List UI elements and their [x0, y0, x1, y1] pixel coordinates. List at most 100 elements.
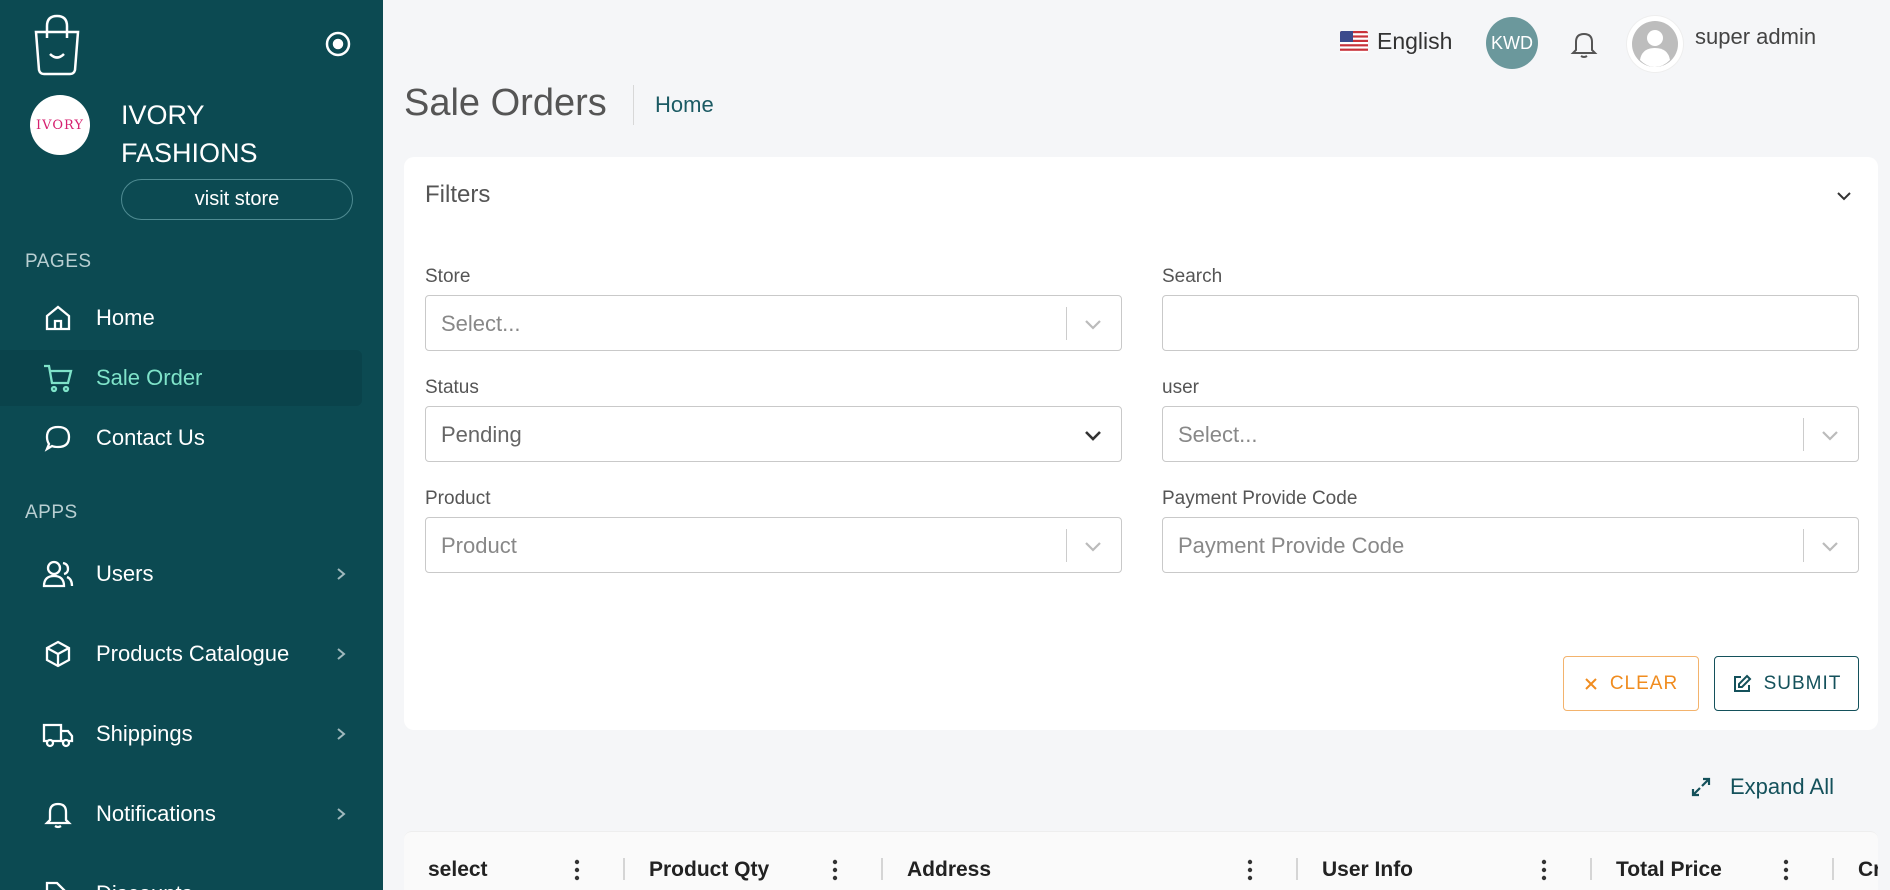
- column-menu-icon[interactable]: [832, 859, 838, 881]
- submit-button[interactable]: SUBMIT: [1714, 656, 1859, 711]
- clear-button[interactable]: CLEAR: [1563, 656, 1699, 711]
- sidebar-item-label: Contact Us: [96, 425, 205, 450]
- sidebar-toggle-icon[interactable]: [324, 30, 352, 58]
- column-header-product-qty[interactable]: Product Qty: [649, 858, 769, 882]
- box-icon: [42, 638, 74, 670]
- home-icon: [42, 302, 74, 334]
- sidebar-item-products-catalogue[interactable]: Products Catalogue: [0, 626, 362, 682]
- page-title: Sale Orders: [404, 82, 607, 124]
- status-select[interactable]: Pending: [425, 406, 1122, 462]
- column-menu-icon[interactable]: [1541, 859, 1547, 881]
- chevron-right-icon: [334, 727, 348, 741]
- payment-code-select[interactable]: Payment Provide Code: [1162, 517, 1859, 573]
- truck-icon: [42, 718, 74, 750]
- clear-label: CLEAR: [1609, 672, 1679, 694]
- tag-icon: [42, 878, 74, 890]
- edit-icon: [1733, 674, 1752, 692]
- select-separator: [1066, 307, 1067, 340]
- sidebar-item-label: Shippings: [96, 721, 193, 746]
- language-selector[interactable]: English: [1340, 28, 1452, 55]
- select-separator: [1066, 529, 1067, 562]
- notification-bell-icon[interactable]: [1568, 28, 1600, 60]
- bell-icon: [42, 798, 74, 830]
- avatar[interactable]: [1627, 16, 1683, 72]
- section-label-apps: APPS: [25, 502, 78, 523]
- user-label: user: [1162, 377, 1199, 398]
- chevron-right-icon: [334, 567, 348, 581]
- chevron-down-icon: [1083, 426, 1103, 444]
- sidebar-item-users[interactable]: Users: [0, 546, 362, 602]
- sidebar-item-label: Users: [96, 561, 154, 586]
- select-separator: [1803, 418, 1804, 451]
- sidebar-item-label: Sale Order: [96, 365, 203, 390]
- users-icon: [42, 558, 74, 590]
- column-header-select[interactable]: select: [428, 858, 488, 882]
- column-separator[interactable]: [1832, 858, 1834, 880]
- expand-all-label: Expand All: [1730, 774, 1834, 799]
- collapse-chevron-icon[interactable]: [1836, 188, 1852, 204]
- column-header-total-price[interactable]: Total Price: [1616, 858, 1722, 882]
- sidebar-item-sale-order[interactable]: Sale Order: [0, 350, 362, 406]
- section-label-pages: PAGES: [25, 251, 92, 272]
- column-separator[interactable]: [1590, 858, 1592, 880]
- column-separator[interactable]: [881, 858, 883, 880]
- orders-table-header: select Product Qty Address User Info Tot…: [404, 831, 1878, 890]
- close-icon: [1585, 677, 1597, 690]
- user-name[interactable]: super admin: [1695, 24, 1816, 50]
- chevron-down-icon: [1083, 537, 1103, 555]
- language-label: English: [1377, 28, 1453, 54]
- column-header-address[interactable]: Address: [907, 858, 991, 882]
- chevron-down-icon: [1083, 315, 1103, 333]
- us-flag-icon: [1340, 30, 1368, 53]
- column-menu-icon[interactable]: [1783, 859, 1789, 881]
- column-header-user-info[interactable]: User Info: [1322, 858, 1413, 882]
- sidebar-item-contact-us[interactable]: Contact Us: [0, 410, 362, 466]
- store-name: IVORY FASHIONS: [121, 100, 258, 168]
- column-menu-icon[interactable]: [574, 859, 580, 881]
- column-separator[interactable]: [1296, 858, 1298, 880]
- product-placeholder: Product: [441, 533, 517, 558]
- sidebar-item-home[interactable]: Home: [0, 290, 362, 346]
- sidebar-item-label: Home: [96, 305, 155, 330]
- sidebar-item-label: Products Catalogue: [96, 641, 290, 666]
- product-select[interactable]: Product: [425, 517, 1122, 573]
- chevron-down-icon: [1820, 426, 1840, 444]
- filters-card: Filters Store Select... Search Status Pe…: [404, 157, 1878, 730]
- store-label: Store: [425, 266, 471, 287]
- expand-icon: [1691, 777, 1711, 797]
- currency-badge[interactable]: KWD: [1486, 17, 1538, 69]
- search-label: Search: [1162, 266, 1223, 287]
- status-label: Status: [425, 377, 479, 398]
- breadcrumb[interactable]: Home: [655, 92, 714, 118]
- store-logo: IVORY: [30, 95, 90, 155]
- user-placeholder: Select...: [1178, 422, 1258, 447]
- submit-label: SUBMIT: [1763, 672, 1842, 694]
- search-input[interactable]: [1162, 295, 1859, 351]
- user-select[interactable]: Select...: [1162, 406, 1859, 462]
- sidebar: IVORY IVORY FASHIONS visit store PAGES H…: [0, 0, 383, 890]
- payment-code-label: Payment Provide Code: [1162, 488, 1358, 509]
- filters-title: Filters: [425, 181, 491, 208]
- cart-icon: [42, 362, 74, 394]
- payment-code-placeholder: Payment Provide Code: [1178, 533, 1405, 558]
- column-menu-icon[interactable]: [1247, 859, 1253, 881]
- expand-all-button[interactable]: Expand All: [1690, 774, 1834, 800]
- sidebar-item-label: Notifications: [96, 801, 216, 826]
- sidebar-item-label: Discounts: [96, 881, 193, 890]
- chevron-right-icon: [334, 647, 348, 661]
- store-select[interactable]: Select...: [425, 295, 1122, 351]
- sidebar-item-discounts[interactable]: Discounts: [0, 866, 362, 890]
- column-separator[interactable]: [623, 858, 625, 880]
- select-separator: [1803, 529, 1804, 562]
- app-bag-logo-icon[interactable]: [30, 14, 84, 81]
- sidebar-item-notifications[interactable]: Notifications: [0, 786, 362, 842]
- title-divider: [633, 85, 634, 125]
- chat-icon: [42, 422, 74, 454]
- sidebar-item-shippings[interactable]: Shippings: [0, 706, 362, 762]
- visit-store-button[interactable]: visit store: [121, 179, 353, 220]
- store-logo-text: IVORY: [36, 117, 84, 133]
- chevron-down-icon: [1820, 537, 1840, 555]
- chevron-right-icon: [334, 807, 348, 821]
- column-header-created[interactable]: Cr: [1858, 858, 1878, 882]
- product-label: Product: [425, 488, 491, 509]
